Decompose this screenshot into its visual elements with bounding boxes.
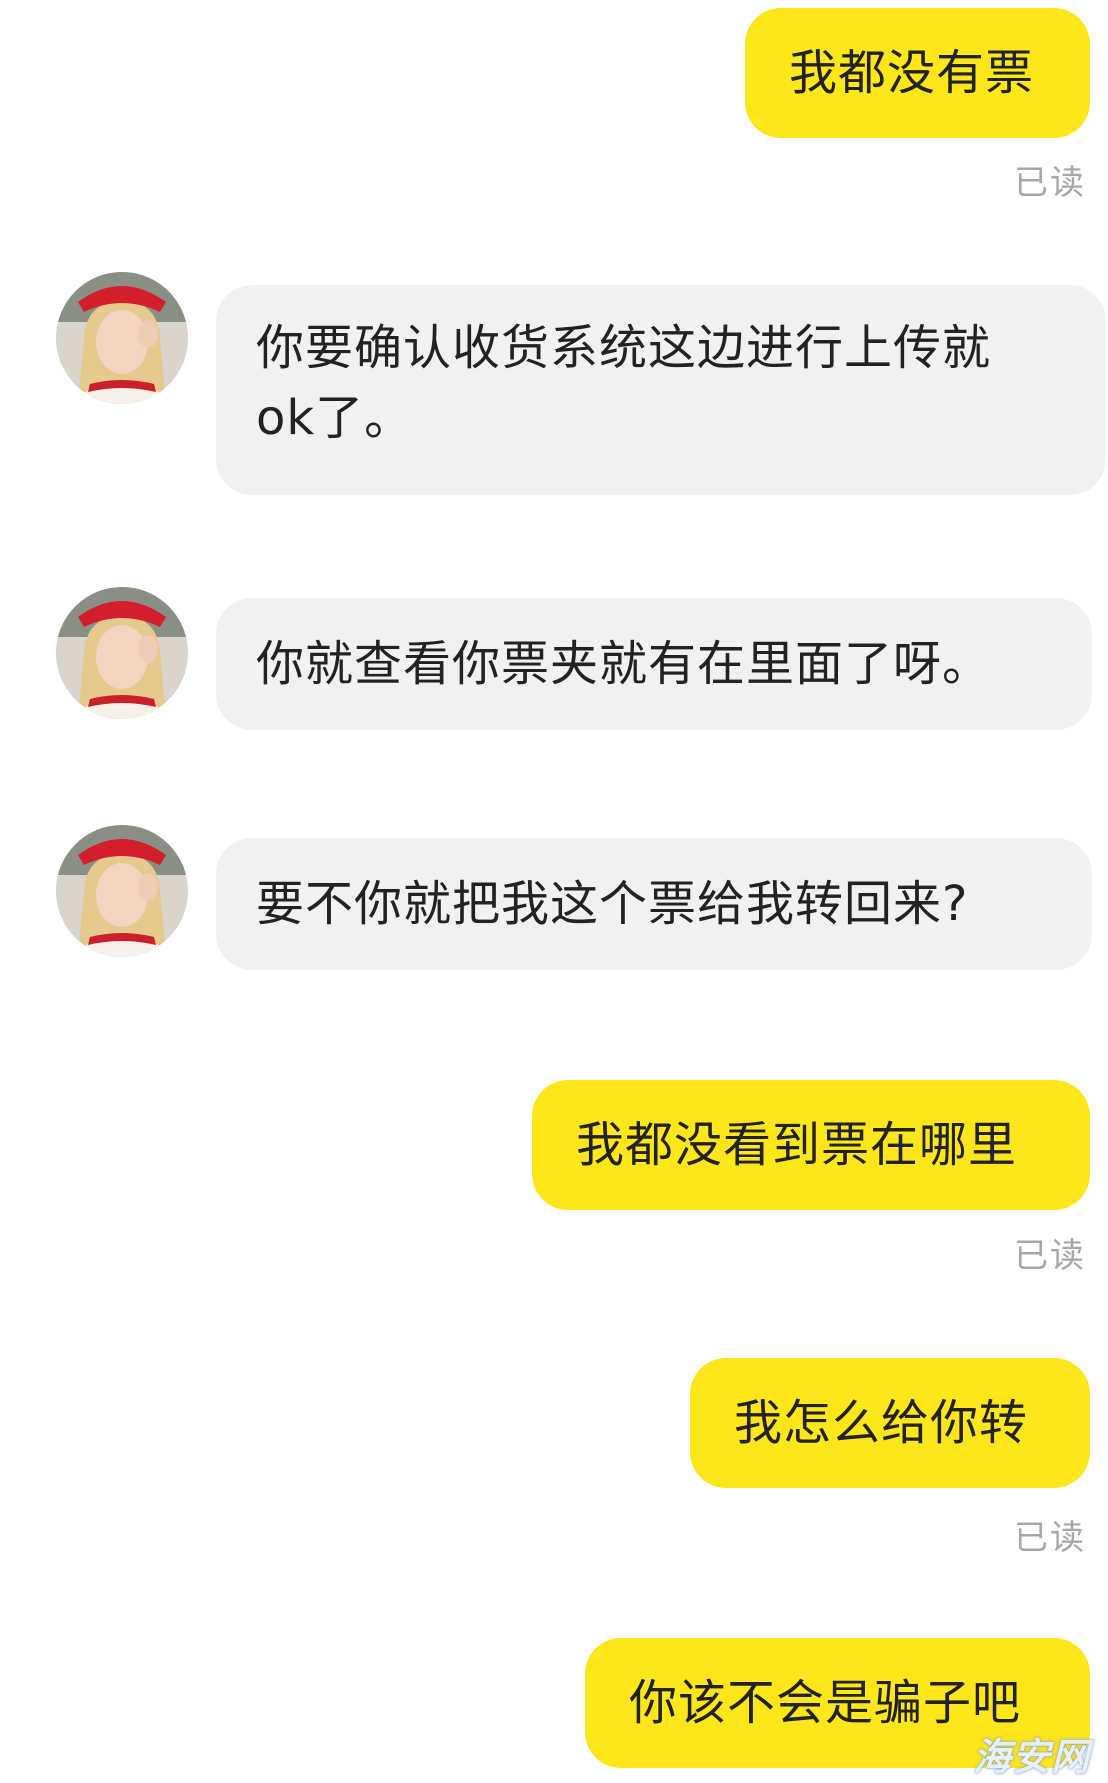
chat-thread: 我都没有票 已读 你要确认收货系统这边进行上传就 ok了。 你就查看你票夹就有在… xyxy=(0,0,1108,1783)
message-text: 我都没有票 xyxy=(789,45,1035,101)
incoming-message[interactable]: 要不你就把我这个票给我转回来? xyxy=(216,838,1092,970)
read-receipt: 已读 xyxy=(1014,1236,1086,1276)
watermark: 海安网 xyxy=(972,1735,1090,1779)
avatar-image xyxy=(56,587,188,719)
message-text: 我都没看到票在哪里 xyxy=(576,1117,1018,1173)
avatar-image xyxy=(56,272,188,404)
message-line: ok了。 xyxy=(256,390,414,446)
read-receipt: 已读 xyxy=(1014,1518,1086,1558)
message-text: 我怎么给你转 xyxy=(734,1395,1029,1451)
message-line: 你要确认收货系统这边进行上传就 xyxy=(256,320,992,376)
contact-avatar[interactable] xyxy=(56,587,188,719)
contact-avatar[interactable] xyxy=(56,825,188,957)
outgoing-message[interactable]: 我都没有票 xyxy=(745,8,1090,138)
avatar-image xyxy=(56,825,188,957)
incoming-message[interactable]: 你要确认收货系统这边进行上传就 ok了。 xyxy=(216,285,1106,495)
message-text: 要不你就把我这个票给我转回来? xyxy=(256,876,969,932)
outgoing-message[interactable]: 我都没看到票在哪里 xyxy=(532,1080,1090,1210)
incoming-message[interactable]: 你就查看你票夹就有在里面了呀。 xyxy=(216,598,1092,730)
outgoing-message[interactable]: 我怎么给你转 xyxy=(690,1358,1090,1488)
message-text: 你该不会是骗子吧 xyxy=(629,1675,1022,1731)
contact-avatar[interactable] xyxy=(56,272,188,404)
message-text: 你就查看你票夹就有在里面了呀。 xyxy=(256,636,992,692)
read-receipt: 已读 xyxy=(1014,163,1086,203)
